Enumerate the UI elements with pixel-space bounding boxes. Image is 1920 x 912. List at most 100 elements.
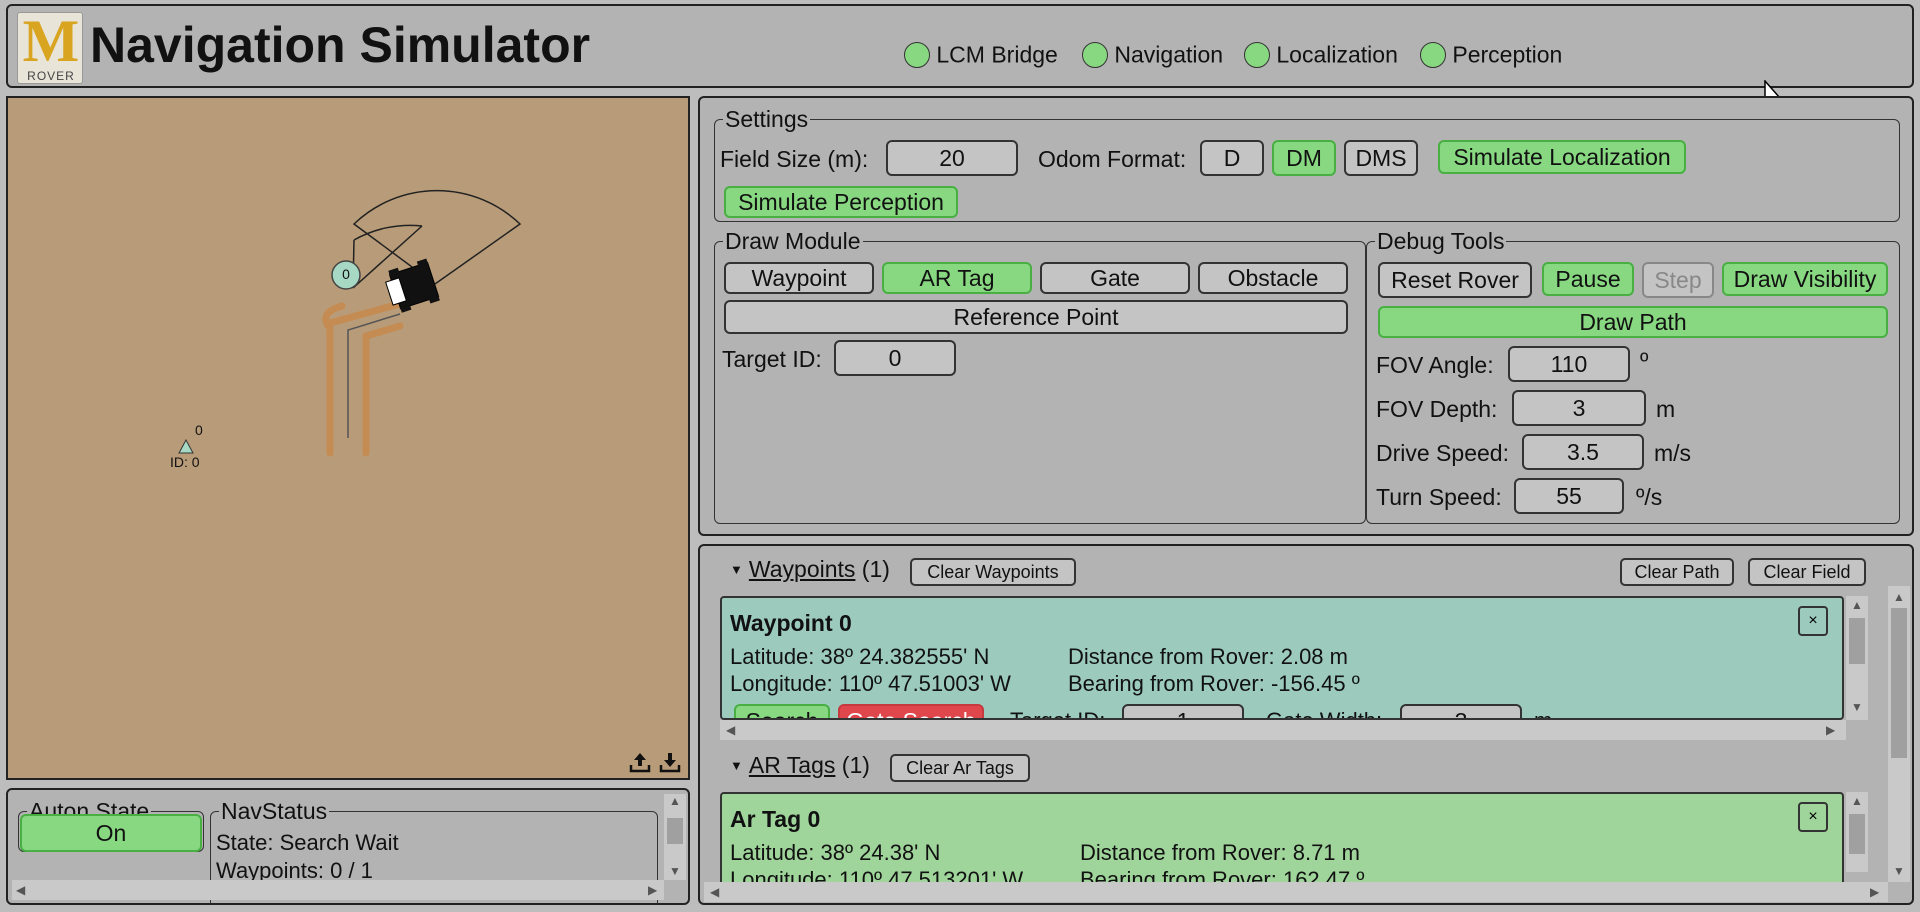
drive-speed-label: Drive Speed: — [1376, 440, 1509, 466]
perception-label: Perception — [1452, 41, 1563, 68]
nav-state-text: State: Search Wait — [216, 830, 399, 855]
waypoint-gate-width-input[interactable] — [1400, 704, 1522, 718]
draw-target-id-label: Target ID: — [722, 346, 822, 372]
draw-ar-tag-button[interactable]: AR Tag — [882, 262, 1032, 294]
header-bar: M ROVER Navigation Simulator LCM Bridge … — [6, 4, 1914, 88]
simulate-localization-button[interactable]: Simulate Localization — [1438, 140, 1686, 174]
rover-id-label: 0 — [342, 266, 350, 282]
controls-panel: Settings Field Size (m): Odom Format: D … — [698, 96, 1914, 536]
ar-tags-toggle[interactable]: ▼ AR Tags (1) — [730, 752, 870, 779]
fov-angle-input[interactable] — [1508, 346, 1630, 382]
debug-tools-legend: Debug Tools — [1377, 228, 1505, 254]
turn-speed-input[interactable] — [1514, 478, 1624, 514]
upload-icon[interactable] — [628, 750, 652, 774]
step-button[interactable]: Step — [1642, 262, 1714, 298]
perception-status-dot — [1420, 41, 1446, 68]
ar-tag-distance: Distance from Rover: 8.71 m — [1080, 840, 1360, 865]
odom-dm-button[interactable]: DM — [1272, 140, 1336, 176]
fov-angle-unit: º — [1640, 348, 1649, 374]
auton-panel-hscroll[interactable]: ◀ ▶ — [12, 880, 664, 900]
waypoints-count: (1) — [861, 556, 890, 582]
fov-depth-unit: m — [1656, 396, 1676, 422]
waypoints-vscroll[interactable]: ▲ ▼ — [1846, 596, 1868, 720]
waypoints-heading: Waypoints — [748, 556, 856, 582]
auton-nav-panel: Auton State On NavStatus State: Search W… — [6, 788, 690, 905]
draw-path-button[interactable]: Draw Path — [1378, 306, 1888, 338]
draw-gate-button[interactable]: Gate — [1040, 262, 1190, 294]
auton-panel-vscroll[interactable]: ▲ ▼ — [664, 794, 686, 880]
auton-on-button[interactable]: On — [20, 814, 202, 852]
ar-tag-marker-id: ID: 0 — [170, 454, 200, 470]
status-localization: Localization — [1244, 40, 1398, 68]
ar-tag-marker-icon — [178, 438, 194, 454]
objects-list-hscroll[interactable]: ◀ ▶ — [704, 882, 1888, 902]
reset-rover-button[interactable]: Reset Rover — [1378, 262, 1532, 298]
download-icon[interactable] — [658, 750, 682, 774]
lcm-bridge-label: LCM Bridge — [936, 41, 1058, 68]
waypoint-gate-width-unit: m — [1534, 708, 1552, 718]
ar-tags-count: (1) — [841, 752, 870, 778]
objects-list-panel: ▼ Waypoints (1) Clear Waypoints Clear Pat… — [698, 544, 1914, 905]
waypoints-hscroll[interactable]: ◀ ▶ — [720, 720, 1846, 740]
ar-tags-heading: AR Tags — [748, 752, 836, 778]
waypoint-gate-width-label: Gate Width: — [1266, 708, 1382, 718]
odom-d-button[interactable]: D — [1200, 140, 1264, 176]
waypoint-latitude: Latitude: 38º 24.382555' N — [730, 644, 990, 669]
simulate-perception-button[interactable]: Simulate Perception — [724, 186, 958, 218]
clear-field-button[interactable]: Clear Field — [1748, 558, 1866, 586]
settings-legend: Settings — [725, 106, 809, 132]
draw-target-id-input[interactable] — [834, 340, 956, 376]
waypoint-target-id-label: Target ID: — [1010, 708, 1105, 718]
drive-speed-input[interactable] — [1522, 434, 1644, 470]
waypoints-toggle[interactable]: ▼ Waypoints (1) — [730, 556, 890, 583]
page-title: Navigation Simulator — [90, 17, 591, 73]
pause-button[interactable]: Pause — [1542, 262, 1634, 296]
waypoint-target-id-input[interactable] — [1122, 704, 1244, 718]
clear-path-button[interactable]: Clear Path — [1620, 558, 1734, 586]
waypoint-card: Waypoint 0 × Latitude: 38º 24.382555' N … — [720, 596, 1844, 720]
fov-depth-input[interactable] — [1512, 390, 1646, 426]
rover-fov-outline — [352, 189, 522, 285]
waypoint-distance: Distance from Rover: 2.08 m — [1068, 644, 1348, 669]
ar-tag-marker-number: 0 — [195, 422, 203, 438]
status-lcm-bridge: LCM Bridge — [904, 40, 1058, 68]
waypoints-expand-icon: ▼ — [730, 562, 743, 577]
navigation-status-dot — [1082, 41, 1108, 68]
ar-tag-close-button[interactable]: × — [1798, 802, 1828, 832]
ar-tags-expand-icon: ▼ — [730, 758, 743, 773]
field-canvas[interactable]: 0 0 ID: 0 — [6, 96, 690, 780]
turn-speed-label: Turn Speed: — [1376, 484, 1502, 510]
waypoint-card-title: Waypoint 0 — [730, 610, 852, 636]
ar-tags-vscroll[interactable]: ▲ — [1846, 792, 1868, 872]
logo-subtext: ROVER — [27, 69, 75, 83]
waypoint-search-button[interactable]: Search — [734, 704, 830, 718]
fov-depth-label: FOV Depth: — [1376, 396, 1498, 422]
draw-waypoint-button[interactable]: Waypoint — [724, 262, 874, 294]
localization-label: Localization — [1276, 41, 1398, 68]
odom-format-label: Odom Format: — [1038, 146, 1187, 172]
lcm-bridge-status-dot — [904, 41, 930, 68]
waypoint-gate-search-button[interactable]: Gate Search — [838, 704, 984, 718]
nav-status-legend: NavStatus — [221, 798, 328, 824]
draw-visibility-button[interactable]: Draw Visibility — [1722, 262, 1888, 296]
fov-angle-label: FOV Angle: — [1376, 352, 1494, 378]
turn-speed-unit: º/s — [1636, 484, 1663, 510]
logo-letter: M — [22, 8, 80, 74]
field-size-input[interactable] — [886, 140, 1018, 176]
localization-status-dot — [1244, 41, 1270, 68]
waypoint-close-button[interactable]: × — [1798, 606, 1828, 636]
reference-point-button[interactable]: Reference Point — [724, 300, 1348, 334]
status-perception: Perception — [1420, 40, 1562, 68]
drive-speed-unit: m/s — [1654, 440, 1692, 466]
clear-ar-tags-button[interactable]: Clear Ar Tags — [890, 754, 1030, 782]
rover-logo: M ROVER — [17, 8, 83, 84]
objects-list-vscroll[interactable]: ▲ ▼ — [1888, 586, 1910, 882]
waypoint-bearing: Bearing from Rover: -156.45 º — [1068, 671, 1360, 696]
clear-waypoints-button[interactable]: Clear Waypoints — [910, 558, 1076, 586]
odom-dms-button[interactable]: DMS — [1344, 140, 1418, 176]
draw-module-legend: Draw Module — [725, 228, 861, 254]
status-navigation: Navigation — [1082, 40, 1223, 68]
field-size-label: Field Size (m): — [720, 146, 869, 172]
waypoint-longitude: Longitude: 110º 47.51003' W — [730, 671, 1011, 696]
draw-obstacle-button[interactable]: Obstacle — [1198, 262, 1348, 294]
